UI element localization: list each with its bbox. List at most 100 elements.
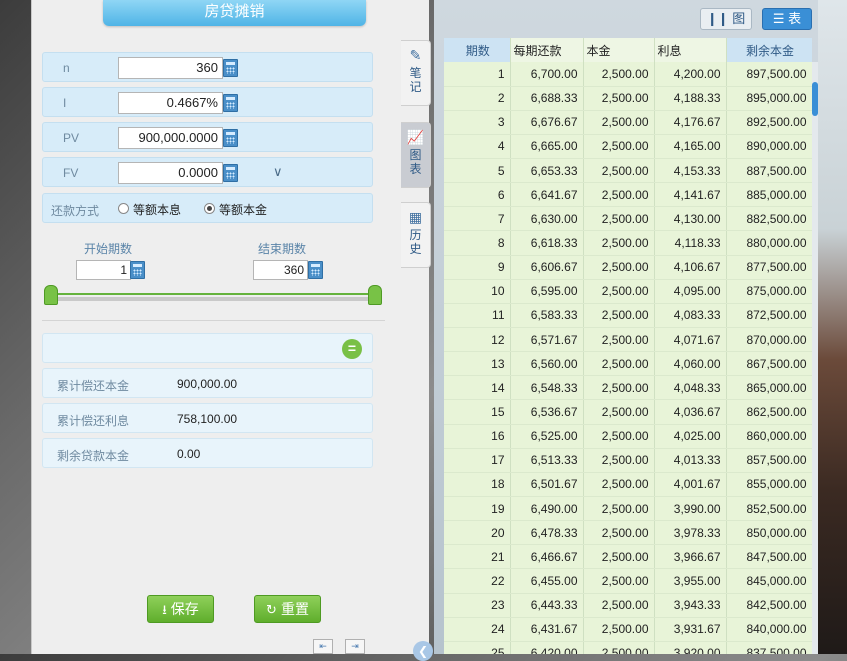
table-cell: 6,490.00 xyxy=(510,496,584,522)
table-row[interactable]: 16 6,525.00 2,500.00 4,025.00 860,000.00 xyxy=(444,424,812,449)
table-row[interactable]: 19 6,490.00 2,500.00 3,990.00 852,500.00 xyxy=(444,496,812,522)
table-cell: 877,500.00 xyxy=(726,255,812,280)
save-button[interactable]: ⭳ 保存 xyxy=(147,595,214,623)
radio-equal-installment[interactable] xyxy=(118,203,129,214)
reset-button[interactable]: ↻ 重置 xyxy=(254,595,321,623)
fv-input[interactable]: 0.0000 xyxy=(118,162,223,184)
export-icon[interactable]: ⇥ xyxy=(345,639,365,654)
slider-start-handle[interactable] xyxy=(44,285,58,305)
header-interest[interactable]: 利息 xyxy=(654,38,727,62)
schedule-table-wrap: 期数 每期还款 本金 利息 剩余本金 1 6,700.00 2,500.00 4,20… xyxy=(444,38,812,654)
table-row[interactable]: 1 6,700.00 2,500.00 4,200.00 897,500.00 xyxy=(444,62,812,87)
table-view-button[interactable]: ☰ 表 xyxy=(762,8,812,30)
header-principal[interactable]: 本金 xyxy=(583,38,655,62)
table-cell: 6,478.33 xyxy=(510,520,584,546)
table-cell: 857,500.00 xyxy=(726,448,812,473)
table-cell: 6,455.00 xyxy=(510,568,584,594)
table-cell: 2,500.00 xyxy=(583,158,655,184)
table-row[interactable]: 22 6,455.00 2,500.00 3,955.00 845,000.00 xyxy=(444,568,812,594)
table-row[interactable]: 11 6,583.33 2,500.00 4,083.33 872,500.00 xyxy=(444,303,812,329)
table-cell: 9 xyxy=(444,255,511,280)
header-payment[interactable]: 每期还款 xyxy=(510,38,584,62)
table-cell: 11 xyxy=(444,303,511,329)
table-row[interactable]: 6 6,641.67 2,500.00 4,141.67 885,000.00 xyxy=(444,182,812,208)
table-row[interactable]: 15 6,536.67 2,500.00 4,036.67 862,500.00 xyxy=(444,399,812,425)
table-cell: 18 xyxy=(444,472,511,498)
table-row[interactable]: 2 6,688.33 2,500.00 4,188.33 895,000.00 xyxy=(444,86,812,111)
calculator-icon[interactable] xyxy=(308,261,323,279)
table-cell: 4,165.00 xyxy=(654,134,727,160)
radio-equal-installment-label[interactable]: 等额本息 xyxy=(133,201,181,218)
table-cell: 890,000.00 xyxy=(726,134,812,160)
table-row[interactable]: 23 6,443.33 2,500.00 3,943.33 842,500.00 xyxy=(444,593,812,618)
chevron-double-down-icon[interactable]: ∨ xyxy=(273,164,283,180)
scrollbar-thumb[interactable] xyxy=(812,82,818,116)
table-row[interactable]: 13 6,560.00 2,500.00 4,060.00 867,500.00 xyxy=(444,351,812,377)
table-row[interactable]: 20 6,478.33 2,500.00 3,978.33 850,000.00 xyxy=(444,520,812,546)
table-row[interactable]: 9 6,606.67 2,500.00 4,106.67 877,500.00 xyxy=(444,255,812,280)
table-cell: 6,700.00 xyxy=(510,62,584,87)
table-row[interactable]: 7 6,630.00 2,500.00 4,130.00 882,500.00 xyxy=(444,206,812,232)
table-cell: 3,966.67 xyxy=(654,544,727,570)
header-remaining[interactable]: 剩余本金 xyxy=(726,38,812,62)
radio-equal-principal[interactable] xyxy=(204,203,215,214)
table-cell: 4,118.33 xyxy=(654,230,727,256)
table-row[interactable]: 8 6,618.33 2,500.00 4,118.33 880,000.00 xyxy=(444,230,812,256)
import-icon[interactable]: ⇤ xyxy=(313,639,333,654)
tab-notes[interactable]: ✎ 笔记 xyxy=(401,40,431,106)
table-cell: 867,500.00 xyxy=(726,351,812,377)
end-period-input[interactable]: 360 xyxy=(253,260,308,280)
table-row[interactable]: 12 6,571.67 2,500.00 4,071.67 870,000.00 xyxy=(444,327,812,353)
table-cell: 6,618.33 xyxy=(510,230,584,256)
equals-icon[interactable]: = xyxy=(342,339,362,359)
table-cell: 2,500.00 xyxy=(583,544,655,570)
calculator-icon[interactable] xyxy=(223,94,238,112)
grid-icon: ▦ xyxy=(408,209,423,225)
table-cell: 892,500.00 xyxy=(726,110,812,135)
table-row[interactable]: 10 6,595.00 2,500.00 4,095.00 875,000.00 xyxy=(444,279,812,304)
tab-history[interactable]: ▦ 历史 xyxy=(401,202,431,268)
table-cell: 21 xyxy=(444,544,511,570)
calculator-icon[interactable] xyxy=(223,164,238,182)
radio-equal-principal-label[interactable]: 等额本金 xyxy=(219,201,267,218)
summary-remaining-value: 0.00 xyxy=(177,447,201,461)
save-icon: ⭳ xyxy=(162,602,167,617)
calculator-icon[interactable] xyxy=(223,129,238,147)
divider xyxy=(42,320,385,321)
header-period[interactable]: 期数 xyxy=(444,38,511,62)
table-cell: 875,000.00 xyxy=(726,279,812,304)
calculator-icon[interactable] xyxy=(130,261,145,279)
chart-view-button[interactable]: ❙❙ 图 xyxy=(700,8,752,30)
table-row[interactable]: 18 6,501.67 2,500.00 4,001.67 855,000.00 xyxy=(444,472,812,498)
table-cell: 2,500.00 xyxy=(583,424,655,449)
table-cell: 860,000.00 xyxy=(726,424,812,449)
period-range-slider[interactable] xyxy=(50,293,374,301)
table-row[interactable]: 25 6,420.00 2,500.00 3,920.00 837,500.00 xyxy=(444,641,812,654)
table-row[interactable]: 21 6,466.67 2,500.00 3,966.67 847,500.00 xyxy=(444,544,812,570)
table-cell: 3,931.67 xyxy=(654,617,727,642)
start-period-input[interactable]: 1 xyxy=(76,260,131,280)
calculator-icon[interactable] xyxy=(223,59,238,77)
field-n: n 360 xyxy=(42,52,373,82)
table-row[interactable]: 24 6,431.67 2,500.00 3,931.67 840,000.00 xyxy=(444,617,812,642)
summary-principal-label: 累计偿还本金 xyxy=(57,379,130,393)
table-cell: 865,000.00 xyxy=(726,375,812,401)
table-cell: 19 xyxy=(444,496,511,522)
table-cell: 7 xyxy=(444,206,511,232)
table-body: 1 6,700.00 2,500.00 4,200.00 897,500.00 2 6,68… xyxy=(444,62,812,654)
table-cell: 870,000.00 xyxy=(726,327,812,353)
scrollbar[interactable] xyxy=(812,62,818,654)
table-row[interactable]: 3 6,676.67 2,500.00 4,176.67 892,500.00 xyxy=(444,110,812,135)
table-row[interactable]: 4 6,665.00 2,500.00 4,165.00 890,000.00 xyxy=(444,134,812,160)
pv-input[interactable]: 900,000.0000 xyxy=(118,127,223,149)
table-cell: 6,630.00 xyxy=(510,206,584,232)
field-fv: FV 0.0000 ∨ xyxy=(42,157,373,187)
table-row[interactable]: 14 6,548.33 2,500.00 4,048.33 865,000.00 xyxy=(444,375,812,401)
collapse-left-icon[interactable]: ❮ xyxy=(413,641,433,661)
table-row[interactable]: 5 6,653.33 2,500.00 4,153.33 887,500.00 xyxy=(444,158,812,184)
table-row[interactable]: 17 6,513.33 2,500.00 4,013.33 857,500.00 xyxy=(444,448,812,473)
i-input[interactable]: 0.4667% xyxy=(118,92,223,114)
n-input[interactable]: 360 xyxy=(118,57,223,79)
slider-end-handle[interactable] xyxy=(368,285,382,305)
tab-chart[interactable]: 📈 图表 xyxy=(401,122,431,188)
